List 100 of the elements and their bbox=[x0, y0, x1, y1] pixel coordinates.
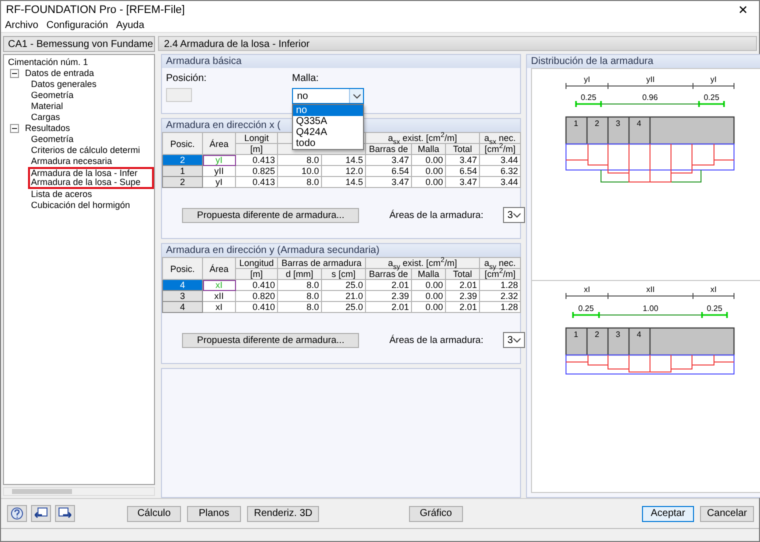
window-title: RF-FOUNDATION Pro - [RFEM-File] bbox=[5, 4, 185, 16]
tree-item[interactable]: Geometría bbox=[28, 90, 154, 101]
panel-title: Armadura básica bbox=[162, 55, 520, 68]
footer-button[interactable]: Cálculo bbox=[127, 506, 181, 522]
footer-button[interactable]: Cancelar bbox=[700, 506, 754, 522]
row-number[interactable]: 4 bbox=[162, 302, 202, 312]
dimension-label: 0.25 bbox=[706, 304, 722, 313]
cell-number: 3 bbox=[616, 119, 620, 128]
tree-item[interactable]: Cimentación núm. 1 bbox=[4, 57, 154, 68]
table-cell: 0.00 bbox=[412, 166, 446, 176]
table-cell: 21.0 bbox=[322, 290, 366, 302]
menu-item[interactable]: Ayuda bbox=[112, 19, 148, 32]
footer-button[interactable]: Planos bbox=[187, 506, 241, 522]
dimension-label: 1.00 bbox=[642, 304, 658, 313]
tree-item[interactable]: Criterios de cálculo determi bbox=[28, 145, 154, 156]
cell-number: 1 bbox=[574, 119, 578, 128]
menu-item[interactable]: Archivo bbox=[1, 19, 42, 32]
cell-number: 3 bbox=[616, 330, 620, 339]
scrollbar-thumb[interactable] bbox=[12, 489, 72, 494]
zone-label: yII bbox=[646, 75, 655, 84]
tree-item[interactable]: Lista de aceros bbox=[28, 189, 154, 200]
table-cell: 2.39 bbox=[366, 290, 412, 302]
column-header: Longit bbox=[236, 132, 278, 144]
row-number[interactable]: 4 bbox=[162, 280, 202, 290]
tree-item[interactable]: Material bbox=[28, 101, 154, 112]
table-cell: 3.44 bbox=[480, 176, 521, 188]
table-cell: 10.0 bbox=[278, 166, 322, 176]
tree-item[interactable]: Datos generales bbox=[28, 79, 154, 90]
dropdown-option[interactable]: no bbox=[293, 105, 363, 116]
table-cell: 3.47 bbox=[446, 154, 480, 166]
table-cell: 6.32 bbox=[480, 166, 521, 176]
tree-item[interactable]: Cargas bbox=[28, 112, 154, 123]
table-cell: 0.820 bbox=[236, 290, 278, 302]
table-cell: 1.28 bbox=[480, 280, 521, 290]
proposal-button[interactable]: Propuesta diferente de armadura... bbox=[182, 332, 360, 348]
dropdown-option[interactable]: Q335A bbox=[293, 116, 363, 127]
dropdown-option[interactable]: todo bbox=[293, 138, 363, 149]
table-cell: 0.413 bbox=[236, 154, 278, 166]
toolbar-button[interactable] bbox=[7, 505, 27, 522]
case-selector[interactable]: CA1 - Bemessung von Fundame bbox=[3, 36, 155, 52]
tree-item[interactable]: Resultados bbox=[22, 123, 154, 134]
table-cell: 3.47 bbox=[366, 154, 412, 166]
table-cell: 2.01 bbox=[446, 280, 480, 290]
cell-number: 4 bbox=[636, 119, 642, 128]
dimension-label: 0.25 bbox=[580, 93, 596, 102]
table-cell: 0.00 bbox=[412, 280, 446, 290]
areas-dropdown[interactable]: 3 bbox=[503, 332, 525, 348]
zone-label: yI bbox=[584, 75, 590, 84]
footer-button[interactable]: Renderiz. 3D bbox=[247, 506, 320, 522]
table-cell: 2.01 bbox=[366, 302, 412, 312]
arrow-left-icon bbox=[34, 507, 48, 520]
table-cell: 2.32 bbox=[480, 290, 521, 302]
collapse-icon[interactable] bbox=[10, 69, 19, 78]
case-selector-value: CA1 - Bemessung von Fundame bbox=[8, 38, 154, 50]
horizontal-scrollbar[interactable] bbox=[3, 487, 155, 496]
toolbar-button[interactable] bbox=[55, 505, 75, 522]
table-cell: 3.44 bbox=[480, 154, 521, 166]
zone-label: xI bbox=[710, 285, 717, 294]
mesh-label: Malla: bbox=[292, 73, 320, 86]
column-header: a$_{sx}$ exist. [cm$^{2}$/m] bbox=[366, 132, 480, 144]
toolbar-button[interactable] bbox=[31, 505, 51, 522]
cell-number: 2 bbox=[594, 330, 600, 339]
table-cell: 1.28 bbox=[480, 302, 521, 312]
areas-label: Áreas de la armadura: bbox=[389, 334, 484, 346]
table-cell: 25.0 bbox=[322, 302, 366, 312]
close-button[interactable]: ✕ bbox=[727, 1, 759, 19]
row-number[interactable]: 3 bbox=[162, 290, 202, 302]
column-header: Posic. bbox=[162, 258, 202, 280]
footer-button[interactable]: Aceptar bbox=[642, 506, 694, 522]
proposal-button[interactable]: Propuesta diferente de armadura... bbox=[182, 208, 360, 222]
table-cell: xI bbox=[202, 280, 236, 290]
row-number[interactable]: 2 bbox=[162, 176, 202, 188]
tree-item[interactable]: Armadura de la losa - Supe bbox=[28, 178, 154, 189]
table-cell: 25.0 bbox=[322, 280, 366, 290]
table-cell: 2.39 bbox=[446, 290, 480, 302]
table-cell: 2.01 bbox=[446, 302, 480, 312]
tree-item[interactable]: Datos de entrada bbox=[22, 68, 154, 79]
row-number[interactable]: 2 bbox=[162, 154, 202, 166]
dropdown-button[interactable] bbox=[349, 89, 363, 103]
menu-item[interactable]: Configuración bbox=[42, 19, 112, 32]
help-icon bbox=[10, 507, 24, 520]
column-header: Área bbox=[202, 258, 236, 280]
column-header: Área bbox=[202, 132, 236, 154]
table-cell: 0.825 bbox=[236, 166, 278, 176]
zone-label: yI bbox=[710, 75, 717, 84]
tree-item[interactable]: Geometría bbox=[28, 134, 154, 145]
caret-icon bbox=[512, 212, 521, 218]
areas-dropdown[interactable]: 3 bbox=[503, 207, 525, 223]
footer-button[interactable]: Gráfico bbox=[408, 506, 463, 522]
section-title: 2.4 Armadura de la losa - Inferior bbox=[164, 39, 310, 50]
column-header: a$_{sy}$ nec. bbox=[480, 258, 521, 268]
column-header: a$_{sx}$ nec. bbox=[480, 132, 521, 144]
row-number[interactable]: 1 bbox=[162, 166, 202, 176]
tree-item[interactable]: Armadura necesaria bbox=[28, 156, 154, 167]
tree-item[interactable]: Cubicación del hormigón bbox=[28, 200, 154, 211]
collapse-icon[interactable] bbox=[10, 124, 19, 133]
mesh-dropdown[interactable]: no bbox=[292, 88, 364, 104]
tree-item[interactable]: Armadura de la losa - Infer bbox=[28, 167, 154, 178]
column-header: Barras de bbox=[366, 144, 412, 154]
dimension-label: 0.25 bbox=[704, 93, 720, 102]
